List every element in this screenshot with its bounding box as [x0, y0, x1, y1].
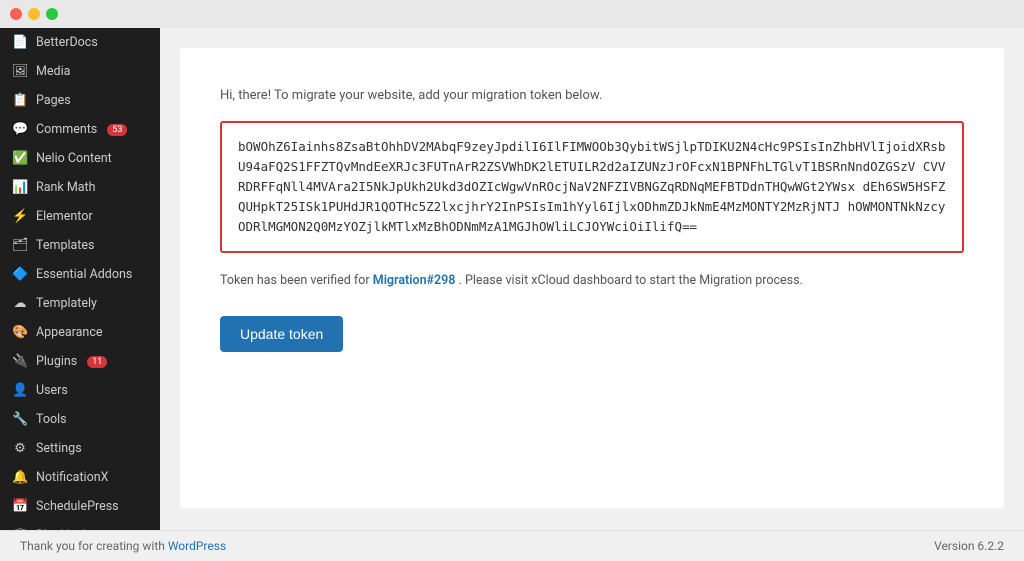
- token-box[interactable]: bOWOhZ6Iainhs8ZsaBtOhhDV2MAbqF9zeyJpdilI…: [220, 121, 964, 253]
- update-token-button[interactable]: Update token: [220, 316, 343, 352]
- sidebar-label-blogvault: BlogVault: [36, 528, 89, 530]
- content-card: Hi, there! To migrate your website, add …: [180, 48, 1004, 508]
- sidebar-item-rank-math[interactable]: 📊 Rank Math: [0, 173, 160, 202]
- sidebar-label-nelio-content: Nelio Content: [36, 151, 112, 166]
- sidebar-item-tools[interactable]: 🔧 Tools: [0, 405, 160, 434]
- close-button[interactable]: [10, 8, 22, 20]
- wordpress-link[interactable]: WordPress: [168, 539, 226, 553]
- sidebar-item-plugins[interactable]: 🔌 Plugins 11: [0, 347, 160, 376]
- migration-link[interactable]: Migration#298: [373, 273, 456, 288]
- tools-icon: 🔧: [12, 412, 28, 427]
- sidebar-label-settings: Settings: [36, 441, 82, 456]
- pages-icon: 📋: [12, 93, 28, 108]
- footer: Thank you for creating with WordPress Ve…: [0, 530, 1024, 561]
- media-icon: 🖼: [12, 64, 28, 79]
- sidebar-item-media[interactable]: 🖼 Media: [0, 57, 160, 86]
- appearance-icon: 🎨: [12, 325, 28, 340]
- sidebar-item-users[interactable]: 👤 Users: [0, 376, 160, 405]
- sidebar-item-templately[interactable]: ☁ Templately: [0, 289, 160, 318]
- sidebar-item-comments[interactable]: 💬 Comments 53: [0, 115, 160, 144]
- sidebar-label-betterdocs: BetterDocs: [36, 35, 98, 50]
- sidebar-label-templately: Templately: [36, 296, 97, 311]
- settings-icon: ⚙: [12, 441, 28, 456]
- badge-plugins: 11: [87, 356, 107, 368]
- templately-icon: ☁: [12, 296, 28, 311]
- badge-comments: 53: [107, 124, 127, 136]
- blogvault-icon: 🛡: [12, 528, 28, 530]
- sidebar-label-tools: Tools: [36, 412, 67, 427]
- plugins-icon: 🔌: [12, 354, 28, 369]
- rank-math-icon: 📊: [12, 180, 28, 195]
- sidebar-item-elementor[interactable]: ⚡ Elementor: [0, 202, 160, 231]
- app-body: 📄 BetterDocs 🖼 Media 📋 Pages 💬 Comments 53 ✅ Nelio…: [0, 28, 1024, 530]
- templates-icon: 🗂: [12, 238, 28, 253]
- verified-prefix: Token has been verified for: [220, 273, 373, 288]
- title-bar: [0, 0, 1024, 28]
- sidebar-label-elementor: Elementor: [36, 209, 93, 224]
- sidebar-label-appearance: Appearance: [36, 325, 103, 340]
- sidebar-item-betterdocs[interactable]: 📄 BetterDocs: [0, 28, 160, 57]
- sidebar-label-essential-addons: Essential Addons: [36, 267, 132, 282]
- sidebar-label-schedulepress: SchedulePress: [36, 499, 119, 514]
- sidebar: 📄 BetterDocs 🖼 Media 📋 Pages 💬 Comments 53 ✅ Nelio…: [0, 28, 160, 530]
- schedulepress-icon: 📅: [12, 499, 28, 514]
- sidebar-label-media: Media: [36, 64, 70, 79]
- sidebar-label-users: Users: [36, 383, 68, 398]
- betterdocs-icon: 📄: [12, 35, 28, 50]
- sidebar-item-pages[interactable]: 📋 Pages: [0, 86, 160, 115]
- sidebar-item-settings[interactable]: ⚙ Settings: [0, 434, 160, 463]
- sidebar-item-blogvault[interactable]: 🛡 BlogVault: [0, 521, 160, 530]
- notificationx-icon: 🔔: [12, 470, 28, 485]
- sidebar-label-notificationx: NotificationX: [36, 470, 108, 485]
- users-icon: 👤: [12, 383, 28, 398]
- sidebar-item-essential-addons[interactable]: 🔷 Essential Addons: [0, 260, 160, 289]
- main-content: Hi, there! To migrate your website, add …: [160, 28, 1024, 530]
- sidebar-item-templates[interactable]: 🗂 Templates: [0, 231, 160, 260]
- sidebar-label-plugins: Plugins: [36, 354, 77, 369]
- sidebar-label-templates: Templates: [36, 238, 94, 253]
- intro-text: Hi, there! To migrate your website, add …: [220, 88, 964, 103]
- verified-text: Token has been verified for Migration#29…: [220, 273, 964, 288]
- footer-text: Thank you for creating with WordPress: [20, 539, 226, 553]
- nelio-content-icon: ✅: [12, 151, 28, 166]
- sidebar-item-appearance[interactable]: 🎨 Appearance: [0, 318, 160, 347]
- version-text: Version 6.2.2: [934, 539, 1004, 553]
- elementor-icon: ⚡: [12, 209, 28, 224]
- sidebar-item-nelio-content[interactable]: ✅ Nelio Content: [0, 144, 160, 173]
- sidebar-item-notificationx[interactable]: 🔔 NotificationX: [0, 463, 160, 492]
- sidebar-label-pages: Pages: [36, 93, 71, 108]
- minimize-button[interactable]: [28, 8, 40, 20]
- sidebar-label-comments: Comments: [36, 122, 97, 137]
- comments-icon: 💬: [12, 122, 28, 137]
- maximize-button[interactable]: [46, 8, 58, 20]
- sidebar-label-rank-math: Rank Math: [36, 180, 96, 195]
- verified-suffix: . Please visit xCloud dashboard to start…: [459, 273, 803, 288]
- sidebar-item-schedulepress[interactable]: 📅 SchedulePress: [0, 492, 160, 521]
- essential-addons-icon: 🔷: [12, 267, 28, 282]
